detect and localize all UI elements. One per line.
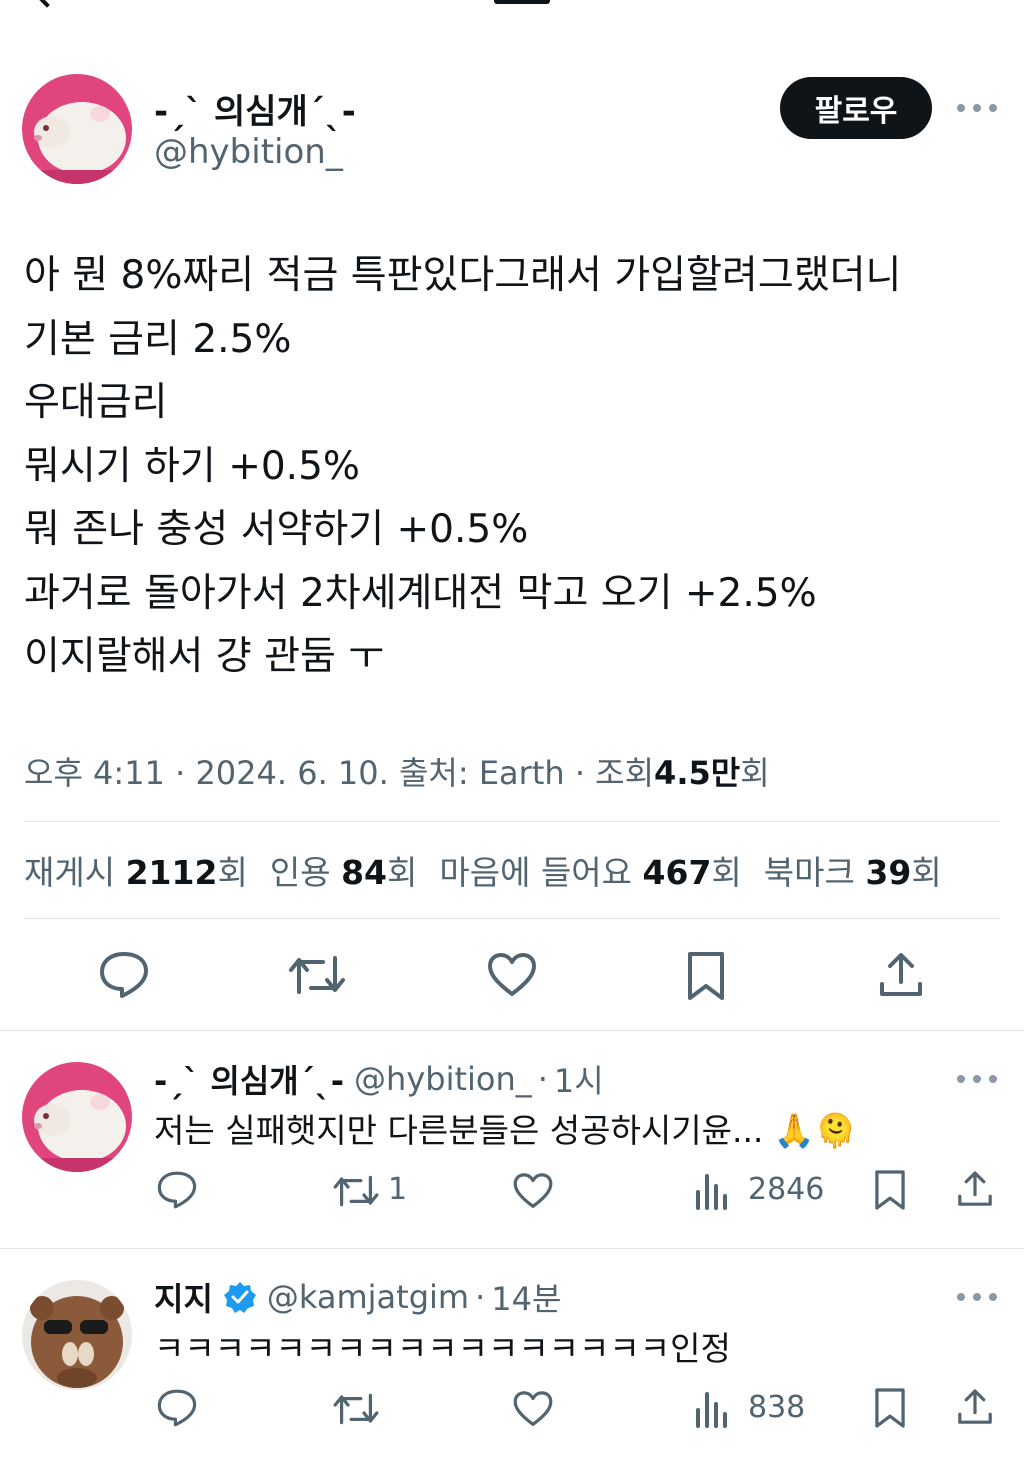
tweet-text-line: 뭐시기 하기 +0.5% <box>24 443 360 489</box>
repost-icon[interactable] <box>332 1390 380 1428</box>
bookmark-icon[interactable] <box>684 950 728 1002</box>
follow-button[interactable]: 팔로우 <box>780 77 932 139</box>
reply-handle[interactable]: @hybition_ <box>354 1060 532 1098</box>
source-value: Earth <box>478 754 565 792</box>
like-icon[interactable] <box>512 1390 554 1428</box>
repost-count: 1 <box>388 1172 408 1207</box>
likes-label: 마음에 들어요 <box>439 853 633 892</box>
views-unit: 회 <box>740 754 770 792</box>
reply-icon[interactable] <box>156 1388 198 1428</box>
stat-unit: 회 <box>217 853 248 892</box>
header-title-fragment <box>494 0 550 4</box>
divider <box>0 1030 1024 1031</box>
reply-icon[interactable] <box>156 1170 198 1210</box>
back-arrow-icon[interactable] <box>34 0 60 8</box>
tweet-time[interactable]: 오후 4:11 <box>24 754 165 792</box>
stat-unit: 회 <box>911 853 942 892</box>
bookmarks-count: 39 <box>865 853 912 892</box>
hamster-avatar-image <box>22 74 132 184</box>
tweet-text-line: 우대금리 <box>24 380 168 425</box>
likes-count: 467 <box>642 853 712 892</box>
handle[interactable]: @hybition_ <box>154 132 343 172</box>
header-sliver <box>0 0 1024 10</box>
more-options-icon[interactable] <box>957 102 997 114</box>
bookmarks-stat[interactable]: 북마크 39회 <box>764 846 942 894</box>
tweet-text-line: 과거로 돌아가서 2차세계대전 막고 오기 +2.5% <box>24 570 817 616</box>
quotes-stat[interactable]: 인용 84회 <box>270 846 418 894</box>
reposts-stat[interactable]: 재게시 2112회 <box>24 846 248 894</box>
repost-icon[interactable] <box>332 1172 380 1210</box>
separator-dot: · <box>175 754 186 792</box>
source-label: 출처: <box>398 754 469 792</box>
verified-badge-icon <box>223 1280 257 1314</box>
tweet-meta: 오후 4:11 · 2024. 6. 10. 출처: Earth · 조회4.5… <box>24 748 770 794</box>
reply-icon[interactable] <box>98 950 150 1000</box>
tweet-text-line: 기본 금리 2.5% <box>24 316 292 362</box>
quotes-label: 인용 <box>269 853 331 892</box>
avatar[interactable] <box>22 74 132 184</box>
divider <box>0 1248 1024 1249</box>
avatar[interactable] <box>22 1062 132 1172</box>
bookmarks-label: 북마크 <box>763 853 855 892</box>
divider <box>24 821 1000 822</box>
views-label: 조회 <box>595 754 655 792</box>
reply-time[interactable]: 1시 <box>554 1056 604 1102</box>
reply-header: -ˏˋ 의심개ˊˎ- @hybition_ · 1시 <box>154 1056 604 1102</box>
like-icon[interactable] <box>486 952 538 998</box>
tweet-date[interactable]: 2024. 6. 10. <box>195 754 388 792</box>
separator-dot: · <box>537 1060 548 1098</box>
reply-display-name[interactable]: 지지 <box>154 1274 213 1320</box>
hamster-avatar-image <box>22 1062 132 1172</box>
reply-handle[interactable]: @kamjatgim <box>267 1278 469 1316</box>
reply-header: 지지 @kamjatgim · 14분 <box>154 1274 561 1320</box>
views-count: 838 <box>748 1390 806 1425</box>
engagement-stats: 재게시 2112회 인용 84회 마음에 들어요 467회 북마크 39회 <box>24 846 942 894</box>
reposts-label: 재게시 <box>24 853 116 892</box>
stat-unit: 회 <box>711 853 742 892</box>
more-options-icon[interactable] <box>957 1073 997 1085</box>
share-icon[interactable] <box>955 1386 995 1428</box>
more-options-icon[interactable] <box>957 1291 997 1303</box>
tweet-text: 아 뭔 8%짜리 적금 특판있다그래서 가입할려그랬더니 기본 금리 2.5% … <box>24 244 901 689</box>
views-count: 2846 <box>748 1172 825 1207</box>
reply-text: 저는 실패햇지만 다른분들은 성공하시기윤... 🙏🫠 <box>154 1111 857 1150</box>
views-icon[interactable] <box>694 1170 730 1210</box>
separator-dot: · <box>475 1278 486 1316</box>
tweet-text-line: 아 뭔 8%짜리 적금 특판있다그래서 가입할려그랬더니 <box>24 253 902 298</box>
reply-display-name[interactable]: -ˏˋ 의심개ˊˎ- <box>154 1056 344 1102</box>
likes-stat[interactable]: 마음에 들어요 467회 <box>439 846 741 894</box>
stat-unit: 회 <box>387 853 418 892</box>
share-icon[interactable] <box>955 1168 995 1210</box>
tweet-text-line: 이지랄해서 걍 관둠 ㅜ <box>24 634 385 679</box>
tweet-text-line: 뭐 존나 충성 서약하기 +0.5% <box>24 507 529 552</box>
quotes-count: 84 <box>341 853 387 892</box>
reply-time[interactable]: 14분 <box>491 1274 561 1320</box>
views-icon[interactable] <box>694 1388 730 1428</box>
reply-text: ㅋㅋㅋㅋㅋㅋㅋㅋㅋㅋㅋㅋㅋㅋㅋㅋㅋ인정 <box>154 1329 731 1368</box>
reposts-count: 2112 <box>125 853 218 892</box>
bear-avatar-image <box>22 1280 132 1390</box>
repost-icon[interactable] <box>287 952 347 998</box>
like-icon[interactable] <box>512 1172 554 1210</box>
divider <box>24 918 1000 919</box>
share-icon[interactable] <box>876 950 926 1000</box>
views-value: 4.5만 <box>654 754 741 792</box>
separator-dot: · <box>574 754 585 792</box>
display-name[interactable]: -ˏˋ 의심개ˊˎ- <box>154 84 356 133</box>
avatar[interactable] <box>22 1280 132 1390</box>
bookmark-icon[interactable] <box>872 1168 908 1212</box>
bookmark-icon[interactable] <box>872 1386 908 1430</box>
